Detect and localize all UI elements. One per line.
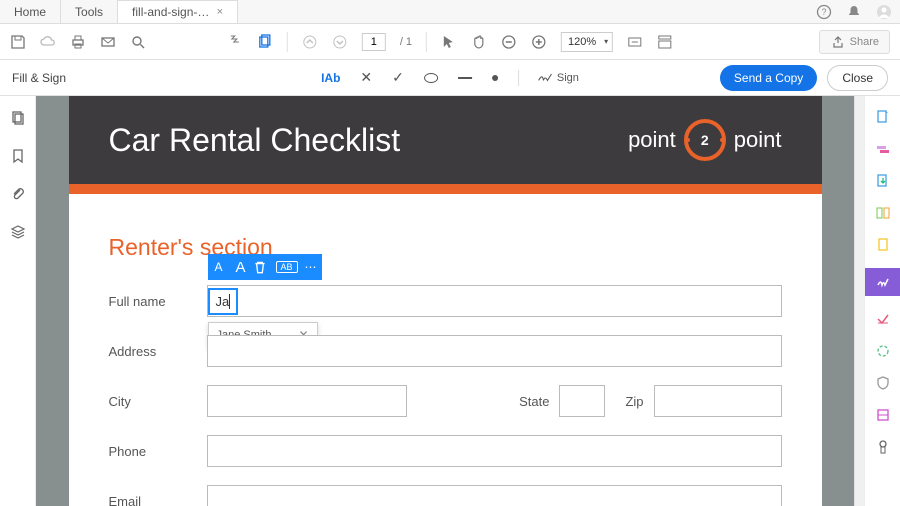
bookmark-icon[interactable] xyxy=(10,148,26,164)
more-options-icon[interactable]: ⋯ xyxy=(300,260,322,274)
read-mode-icon[interactable] xyxy=(657,34,673,50)
dot-tool[interactable] xyxy=(492,75,498,81)
zoom-level-select[interactable]: 120% xyxy=(561,32,613,52)
fullname-row: Full name A A AB ⋯ Ja xyxy=(109,285,782,317)
phone-field[interactable] xyxy=(207,435,782,467)
pointer-icon[interactable] xyxy=(441,34,457,50)
attachment-icon[interactable] xyxy=(10,186,26,202)
main-toolbar: / 1 120% Share xyxy=(0,24,900,60)
page-up-icon[interactable] xyxy=(302,34,318,50)
page-number-input[interactable] xyxy=(362,33,386,51)
share-label: Share xyxy=(850,36,879,48)
svg-text:?: ? xyxy=(821,7,826,17)
fit-width-icon[interactable] xyxy=(627,34,643,50)
city-label: City xyxy=(109,394,197,409)
address-field[interactable] xyxy=(207,335,782,367)
pdf-page: Car Rental Checklist point 2 point Rente… xyxy=(69,96,822,506)
fillsign-tools: IAb ✕ ✓ Sign xyxy=(321,69,579,86)
close-button[interactable]: Close xyxy=(827,65,888,91)
zip-label: Zip xyxy=(625,394,643,409)
right-rail xyxy=(864,96,900,506)
font-size-large[interactable]: A xyxy=(230,259,252,276)
fullname-field[interactable]: A A AB ⋯ Ja Jane Smith ✕ xyxy=(207,285,782,317)
protect-icon[interactable] xyxy=(874,374,892,392)
more-tools-icon[interactable] xyxy=(874,438,892,456)
phone-label: Phone xyxy=(109,444,197,459)
send-copy-button[interactable]: Send a Copy xyxy=(720,65,817,91)
save-icon[interactable] xyxy=(10,34,26,50)
help-icon[interactable]: ? xyxy=(816,4,832,20)
document-title: Car Rental Checklist xyxy=(109,122,401,159)
print-icon[interactable] xyxy=(70,34,86,50)
zoom-in-icon[interactable] xyxy=(531,34,547,50)
text-tool[interactable]: IAb xyxy=(321,71,340,85)
workspace: Car Rental Checklist point 2 point Rente… xyxy=(0,96,900,506)
email-field[interactable] xyxy=(207,485,782,506)
brand-logo: point 2 point xyxy=(628,119,781,161)
create-pdf-icon[interactable] xyxy=(874,108,892,126)
optimize-icon[interactable] xyxy=(874,342,892,360)
zoom-out-icon[interactable] xyxy=(501,34,517,50)
document-tab-label: fill-and-sign-form… xyxy=(132,5,211,19)
close-tab-icon[interactable]: × xyxy=(217,6,223,18)
mail-icon[interactable] xyxy=(100,34,116,50)
cloud-icon[interactable] xyxy=(40,34,56,50)
page-down-icon[interactable] xyxy=(332,34,348,50)
sign-tool[interactable]: Sign xyxy=(518,70,579,86)
combine-icon[interactable] xyxy=(874,140,892,158)
line-tool[interactable] xyxy=(458,77,472,79)
left-rail xyxy=(0,96,36,506)
fill-sign-bar: Fill & Sign IAb ✕ ✓ Sign Send a Copy Clo… xyxy=(0,60,900,96)
phone-row: Phone xyxy=(109,435,782,467)
window-tabs: Home Tools fill-and-sign-form… × ? xyxy=(0,0,900,24)
home-tab[interactable]: Home xyxy=(0,0,61,23)
delete-annotation-icon[interactable] xyxy=(252,259,274,275)
export-pdf-icon[interactable] xyxy=(874,172,892,190)
tools-tab[interactable]: Tools xyxy=(61,0,118,23)
organize-icon[interactable] xyxy=(874,236,892,254)
search-icon[interactable] xyxy=(130,34,146,50)
document-header: Car Rental Checklist point 2 point xyxy=(69,96,822,194)
notifications-icon[interactable] xyxy=(846,4,862,20)
compress-icon[interactable] xyxy=(874,406,892,424)
zip-field[interactable] xyxy=(654,385,782,417)
share-button[interactable]: Share xyxy=(819,30,890,54)
vertical-scrollbar[interactable] xyxy=(854,96,864,506)
redact-icon[interactable] xyxy=(874,310,892,328)
address-label: Address xyxy=(109,344,197,359)
field-type-icon[interactable]: AB xyxy=(276,261,298,273)
copy-icon[interactable] xyxy=(257,34,273,50)
text-input-box[interactable]: Ja xyxy=(208,288,239,315)
city-row: City State Zip xyxy=(109,385,782,417)
cross-tool[interactable]: ✕ xyxy=(360,69,372,86)
email-label: Email xyxy=(109,494,197,506)
font-size-small[interactable]: A xyxy=(208,260,230,274)
email-row: Email xyxy=(109,485,782,506)
text-format-toolbar: A A AB ⋯ xyxy=(208,254,322,280)
city-field[interactable] xyxy=(207,385,407,417)
document-area[interactable]: Car Rental Checklist point 2 point Rente… xyxy=(36,96,854,506)
circle-tool[interactable] xyxy=(424,73,438,83)
share-icon xyxy=(830,34,846,50)
fullname-label: Full name xyxy=(109,294,197,309)
page-total-label: / 1 xyxy=(400,36,412,48)
check-tool[interactable]: ✓ xyxy=(392,69,404,86)
sign-label: Sign xyxy=(557,72,579,84)
address-row: Address xyxy=(109,335,782,367)
select-tool-icon[interactable] xyxy=(227,34,243,50)
fill-sign-tool-active[interactable] xyxy=(865,268,900,296)
account-icon[interactable] xyxy=(876,4,892,20)
thumbnails-icon[interactable] xyxy=(10,110,26,126)
state-field[interactable] xyxy=(559,385,605,417)
fillsign-label: Fill & Sign xyxy=(12,71,66,85)
layers-icon[interactable] xyxy=(10,224,26,240)
document-tab[interactable]: fill-and-sign-form… × xyxy=(118,0,238,23)
edit-pdf-icon[interactable] xyxy=(874,204,892,222)
hand-icon[interactable] xyxy=(471,34,487,50)
state-label: State xyxy=(519,394,549,409)
